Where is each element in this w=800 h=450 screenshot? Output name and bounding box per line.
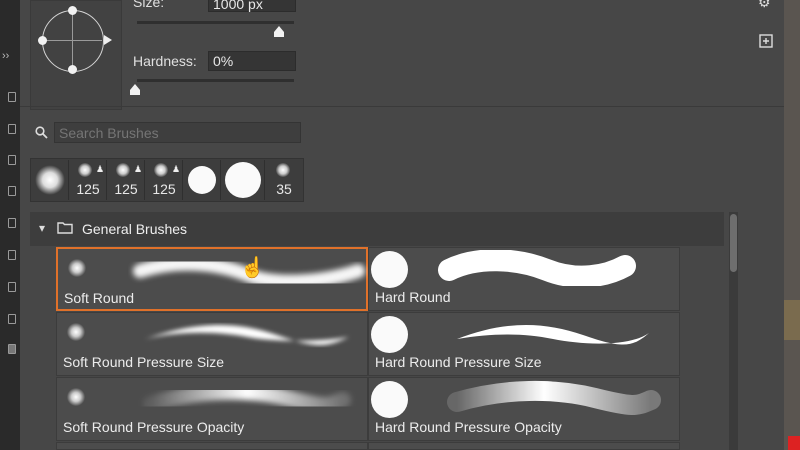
brush-name: Hard Round Pressure Opacity xyxy=(375,419,562,435)
roundness-circle[interactable] xyxy=(42,10,104,72)
scrollbar[interactable] xyxy=(729,212,738,450)
preset-brush[interactable] xyxy=(184,160,221,200)
brush-tile-hard-round-pressure-size[interactable]: Hard Round Pressure Size xyxy=(368,312,680,376)
brush-name: Soft Round xyxy=(64,290,135,306)
brush-group-general[interactable]: ▾ General Brushes xyxy=(30,212,724,246)
search-input[interactable] xyxy=(54,122,301,143)
tool-icon[interactable] xyxy=(8,92,16,102)
angle-arrow-icon[interactable] xyxy=(104,35,112,45)
recent-brushes: ♟ 125 ♟ 125 ♟ 125 35 xyxy=(30,158,304,202)
brush-tip-preview xyxy=(371,381,408,418)
roundness-handle[interactable] xyxy=(68,65,77,74)
tool-icon[interactable] xyxy=(8,344,16,354)
preset-brush[interactable]: ♟ 125 xyxy=(108,160,145,200)
brush-tile[interactable] xyxy=(56,442,368,450)
size-slider-track[interactable] xyxy=(137,21,294,24)
stroke-preview xyxy=(143,383,351,413)
roundness-handle[interactable] xyxy=(38,36,47,45)
preset-brush[interactable]: 35 xyxy=(266,160,302,200)
size-slider-thumb[interactable] xyxy=(273,26,285,38)
chevron-down-icon[interactable]: ▾ xyxy=(39,221,45,235)
preset-brush[interactable]: ♟ 125 xyxy=(146,160,183,200)
hardness-slider-thumb[interactable] xyxy=(129,84,141,96)
stroke-preview xyxy=(145,324,349,345)
brush-tip-preview xyxy=(68,259,86,277)
hand-cursor-icon: ☝ xyxy=(240,257,265,279)
gear-icon[interactable]: ⚙ xyxy=(758,0,771,11)
record-icon xyxy=(788,436,800,450)
folder-icon xyxy=(57,222,73,234)
brush-name: Soft Round Pressure Size xyxy=(63,354,225,370)
roundness-handle[interactable] xyxy=(68,6,77,15)
new-brush-icon[interactable] xyxy=(759,34,773,48)
brush-name: Hard Round xyxy=(375,289,451,305)
brush-tip-preview xyxy=(67,388,85,406)
brush-tile-soft-round-pressure-opacity[interactable]: Soft Round Pressure Opacity xyxy=(56,377,368,441)
tool-icon[interactable] xyxy=(8,250,16,260)
size-label: Size: xyxy=(133,0,165,10)
canvas-edge xyxy=(784,0,800,450)
brush-tile-hard-round[interactable]: Hard Round xyxy=(368,247,680,311)
stroke-preview xyxy=(457,324,649,345)
collapse-arrows-icon[interactable]: ›› xyxy=(2,50,9,62)
tool-icon[interactable] xyxy=(8,314,16,324)
preset-brush[interactable] xyxy=(222,160,265,200)
scrollbar-thumb[interactable] xyxy=(730,214,737,272)
brush-tile-soft-round[interactable]: Soft Round xyxy=(56,247,368,311)
size-field[interactable]: 1000 px xyxy=(208,0,296,12)
brush-tip-preview xyxy=(67,323,85,341)
hardness-field[interactable]: 0% xyxy=(208,51,296,71)
tool-icon[interactable] xyxy=(8,124,16,134)
brush-tip-preview xyxy=(371,316,408,353)
brush-name: Soft Round Pressure Opacity xyxy=(63,419,245,435)
tool-icon[interactable] xyxy=(8,155,16,165)
tool-icon[interactable] xyxy=(8,186,16,196)
brush-tile[interactable] xyxy=(368,442,680,450)
tool-icon[interactable] xyxy=(8,282,16,292)
hardness-slider-track[interactable] xyxy=(137,79,294,82)
toolbar-strip: ›› xyxy=(0,0,20,450)
hardness-label: Hardness: xyxy=(133,53,197,69)
group-title: General Brushes xyxy=(82,221,188,237)
brush-tile-soft-round-pressure-size[interactable]: Soft Round Pressure Size xyxy=(56,312,368,376)
pressure-icon: ♟ xyxy=(172,164,181,174)
brush-tile-hard-round-pressure-opacity[interactable]: Hard Round Pressure Opacity xyxy=(368,377,680,441)
brush-name: Hard Round Pressure Size xyxy=(375,354,542,370)
stroke-preview xyxy=(447,380,661,415)
pressure-icon: ♟ xyxy=(96,164,105,174)
search-icon xyxy=(35,126,48,139)
preset-brush[interactable]: ♟ 125 xyxy=(70,160,107,200)
tool-icon[interactable] xyxy=(8,218,16,228)
pressure-icon: ♟ xyxy=(134,164,143,174)
preset-brush[interactable] xyxy=(32,160,69,200)
stroke-preview xyxy=(438,250,636,286)
brush-tip-preview xyxy=(371,251,408,288)
